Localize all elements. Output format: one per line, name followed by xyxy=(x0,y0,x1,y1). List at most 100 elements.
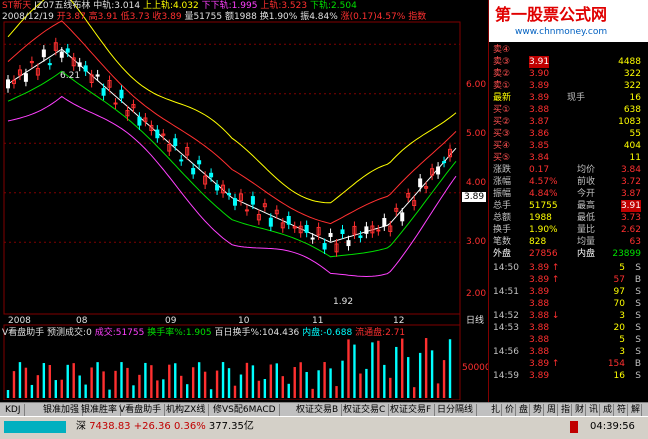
buy-level-label: 买⑤ xyxy=(493,153,511,163)
market-name: 深 xyxy=(76,421,86,432)
panel-tab[interactable]: 解 xyxy=(630,404,643,416)
status-bar: 深 7438.83 +26.36 0.36% 377.35亿 04:39:56 xyxy=(0,416,648,439)
candle-body xyxy=(119,89,124,99)
tick-row: 14:59 3.89 16 S xyxy=(489,370,648,382)
kline-chart[interactable] xyxy=(0,0,488,400)
tick-time: 14:53 xyxy=(493,323,519,333)
lower-band-value: 下轨:2.504 xyxy=(310,1,357,11)
sub-indicator-name[interactable]: V看盘助手 xyxy=(2,328,44,338)
panel-tab[interactable]: 价 xyxy=(504,404,517,416)
volume-bar xyxy=(36,375,40,398)
volume-bar xyxy=(12,371,16,398)
indicator-tab[interactable]: 权证交易B xyxy=(293,404,343,416)
volume-bar xyxy=(353,344,356,398)
buy-level-row[interactable]: 买③ 3.86 55 xyxy=(489,128,648,140)
volume-bar xyxy=(108,389,111,398)
tick-row: 14:56 3.88 3 S xyxy=(489,346,648,358)
logo-title: 第一股票公式网 xyxy=(495,5,608,24)
latest-row: 最新 3.89 现手 16 xyxy=(489,92,648,104)
stat-label: 量比 xyxy=(577,225,596,235)
stat-row: 振幅 4.84% 今开 3.87 xyxy=(489,188,648,200)
candle-body xyxy=(400,212,405,222)
upper-band-value: 上轨:3.523 xyxy=(260,1,308,11)
panel-tab[interactable]: 符 xyxy=(616,404,629,416)
sell-level-price: 3.91 xyxy=(529,56,550,68)
indicator-tab[interactable]: 银准胜率 xyxy=(78,404,122,416)
sell-level-label: 卖② xyxy=(493,69,511,79)
buy-level-row[interactable]: 买① 3.88 638 xyxy=(489,104,648,116)
stat-row: 换手 1.90% 量比 2.62 xyxy=(489,224,648,236)
indicator-tab[interactable]: 权证交易C xyxy=(340,404,390,416)
bar-amplitude: 振4.84% xyxy=(300,12,338,22)
panel-tab[interactable]: 成 xyxy=(602,404,615,416)
tick-price: 3.88 ↓ xyxy=(529,311,560,321)
sell-level-row[interactable]: 卖① 3.89 322 xyxy=(489,80,648,92)
period-label[interactable]: 日线 xyxy=(466,316,484,326)
clock: 04:39:56 xyxy=(590,421,635,432)
buy-level-row[interactable]: 买② 3.87 1083 xyxy=(489,116,648,128)
buy-level-volume: 11 xyxy=(629,153,641,163)
panel-tab[interactable]: 扎 xyxy=(490,404,503,416)
buy-level-label: 买② xyxy=(493,117,511,127)
volume-bar xyxy=(407,357,410,398)
indicator-tab[interactable]: 修VS配6MACD xyxy=(210,404,280,416)
tick-price: 3.88 xyxy=(529,347,550,357)
stat-value: 3.73 xyxy=(620,213,641,223)
indicator-tab[interactable]: KDJ xyxy=(2,404,25,416)
sell-level-row[interactable]: 卖② 3.90 322 xyxy=(489,68,648,80)
indicator-tab[interactable]: 权证交易F xyxy=(387,404,436,416)
sell-level-price: 3.89 xyxy=(529,81,550,91)
panel-tab[interactable]: 周 xyxy=(546,404,559,416)
panel-tab[interactable]: 势 xyxy=(532,404,545,416)
sub-volume: 成交:51755 xyxy=(94,328,145,338)
upper-upper-band-line xyxy=(7,0,457,204)
sell-level-row[interactable]: 卖④ xyxy=(489,44,648,56)
bar-open: 开3.87 xyxy=(56,12,86,22)
bar-high: 高3.91 xyxy=(88,12,118,22)
chart-header-row1: ST新天 JZ07五线布林 中轨:3.014 上上轨:4.032 下下轨:1.9… xyxy=(2,1,357,11)
volume-bar xyxy=(263,378,267,398)
kline-chart-area[interactable]: ST新天 JZ07五线布林 中轨:3.014 上上轨:4.032 下下轨:1.9… xyxy=(0,0,491,400)
volume-bar xyxy=(341,360,344,398)
tick-time: 14:52 xyxy=(493,311,519,321)
buy-level-row[interactable]: 买④ 3.85 404 xyxy=(489,140,648,152)
volume-bar xyxy=(203,371,207,398)
bar-turnover: 换1.90% xyxy=(259,12,298,22)
price-tick-400: 4.00 xyxy=(466,178,487,188)
low-annotation: 1.92 xyxy=(333,297,354,307)
tick-side: S xyxy=(635,371,641,381)
buy-level-row[interactable]: 买⑤ 3.84 11 xyxy=(489,152,648,164)
index-button[interactable]: 指数 xyxy=(408,12,426,22)
buy-level-volume: 55 xyxy=(629,129,641,139)
tick-price: 3.89 ↑ xyxy=(529,275,560,285)
sell-level-price: 3.90 xyxy=(529,69,550,79)
panel-tab[interactable]: 盘 xyxy=(518,404,531,416)
panel-tab[interactable]: 讯 xyxy=(588,404,601,416)
current-hand-label: 现手 xyxy=(567,93,586,103)
panel-tab[interactable]: 财 xyxy=(574,404,587,416)
buy-level-volume: 638 xyxy=(623,105,641,115)
indicator-name[interactable]: JZ07五线布林 xyxy=(34,1,90,11)
volume-bar xyxy=(418,352,422,398)
stat-row: 涨幅 4.57% 前收 3.72 xyxy=(489,176,648,188)
indicator-tab[interactable]: 机构ZX线 xyxy=(163,404,210,416)
quote-panel: 第一股票公式网 www.chnmoney.com 卖④ 卖③ 3.91 4488 卖② 3… xyxy=(488,0,648,415)
candle-body xyxy=(322,243,327,250)
chart-header-row2: 2008/12/19 开3.87 高3.91 低3.73 收3.89 量5175… xyxy=(2,12,426,22)
tick-side: S xyxy=(635,311,641,321)
sell-level-row[interactable]: 卖③ 3.91 4488 xyxy=(489,56,648,68)
candle-body xyxy=(179,159,184,162)
candle-body xyxy=(65,48,70,53)
panel-tab[interactable]: 指 xyxy=(560,404,573,416)
volume-bar xyxy=(72,363,75,398)
predicted-volume: 预测成交:0 xyxy=(47,328,92,338)
tick-price: 3.88 xyxy=(529,299,550,309)
tick-row: 14:50 3.89 ↑ 5 S xyxy=(489,262,648,274)
indicator-tab[interactable]: 日分隔线 xyxy=(434,404,478,416)
stat-value: 3.91 xyxy=(620,200,641,212)
tick-volume: 5 xyxy=(619,263,625,273)
indicator-tab[interactable]: V看盘助手 xyxy=(116,404,166,416)
indicator-tab[interactable]: 银准加强 xyxy=(40,404,84,416)
tick-volume: 97 xyxy=(613,287,625,297)
candle-body xyxy=(95,74,100,77)
